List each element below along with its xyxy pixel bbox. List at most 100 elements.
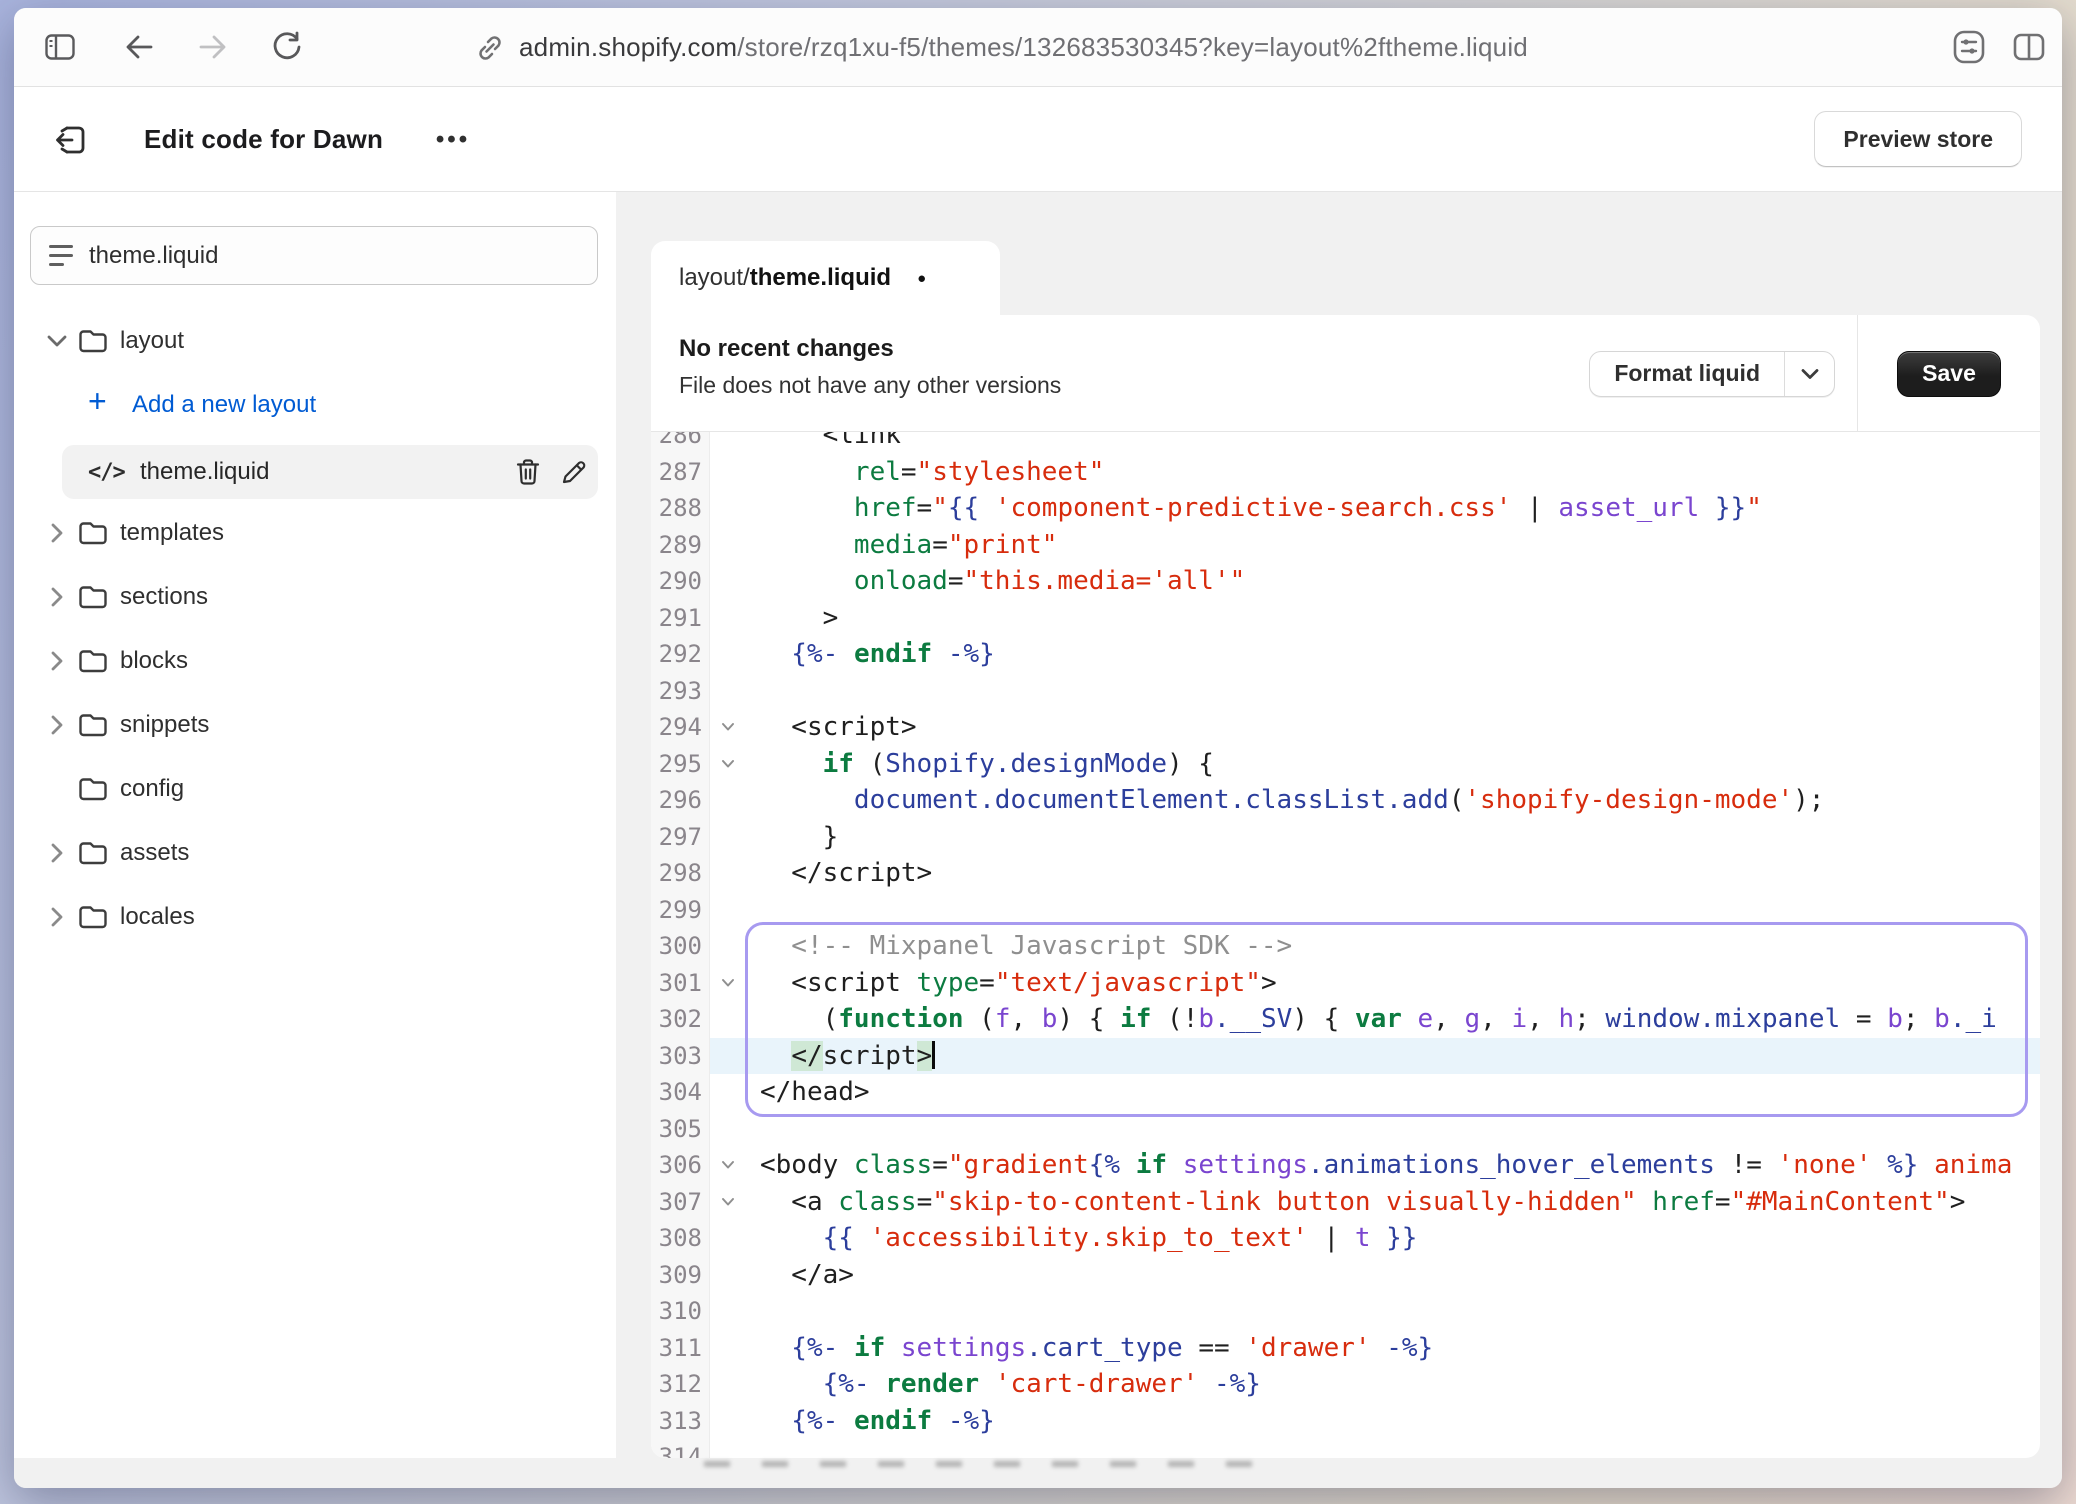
code-text[interactable]: onload="this.media='all'" <box>745 563 2040 600</box>
tree-item-add-layout[interactable]: +Add a new layout <box>14 381 616 429</box>
code-line: 312 {%- render 'cart-drawer' -%} <box>651 1366 2040 1403</box>
code-text[interactable]: <script> <box>745 709 2040 746</box>
app-header: Edit code for Dawn ••• Preview store <box>14 87 2062 192</box>
code-file-icon: </> <box>88 460 125 485</box>
code-line: 290 onload="this.media='all'" <box>651 563 2040 600</box>
tree-item-assets[interactable]: assets <box>14 829 616 877</box>
chevron-right-icon[interactable] <box>44 842 70 864</box>
fold-spacer <box>710 819 745 856</box>
code-text[interactable]: <!-- Mixpanel Javascript SDK --> <box>745 928 2040 965</box>
code-text[interactable]: </a> <box>745 1257 2040 1294</box>
code-text[interactable] <box>745 1439 2040 1458</box>
code-text[interactable]: href="{{ 'component-predictive-search.cs… <box>745 490 2040 527</box>
chevron-right-icon[interactable] <box>44 714 70 736</box>
code-line: 314 <box>651 1439 2040 1458</box>
code-text[interactable]: {%- if settings.cart_type == 'drawer' -%… <box>745 1330 2040 1367</box>
code-line: 294 <script> <box>651 709 2040 746</box>
file-search-input[interactable] <box>89 242 559 270</box>
code-text[interactable]: rel="stylesheet" <box>745 454 2040 491</box>
fold-toggle-icon[interactable] <box>710 709 745 746</box>
editor-toolbar: No recent changes File does not have any… <box>651 315 2040 432</box>
code-line: 298 </script> <box>651 855 2040 892</box>
code-text[interactable]: media="print" <box>745 527 2040 564</box>
more-actions-button[interactable]: ••• <box>426 123 480 157</box>
sidebar-toggle-icon[interactable] <box>43 30 77 64</box>
save-button[interactable]: Save <box>1897 351 2001 397</box>
format-dropdown-toggle[interactable] <box>1784 352 1834 396</box>
folder-icon <box>78 776 108 802</box>
line-number: 303 <box>651 1038 710 1075</box>
line-number: 294 <box>651 709 710 746</box>
code-line: 303 </script> <box>651 1038 2040 1075</box>
code-text[interactable]: {%- render 'cart-drawer' -%} <box>745 1366 2040 1403</box>
tree-item-layout[interactable]: layout <box>14 317 616 365</box>
chevron-down-icon[interactable] <box>44 334 70 348</box>
code-text[interactable]: </script> <box>745 1038 2040 1075</box>
code-text[interactable]: {%- endif -%} <box>745 1403 2040 1440</box>
tree-item-locales[interactable]: locales <box>14 893 616 941</box>
code-text[interactable]: document.documentElement.classList.add('… <box>745 782 2040 819</box>
code-editor[interactable]: 286 <link287 rel="stylesheet"288 href="{… <box>651 432 2040 1458</box>
tree-item-config[interactable]: config <box>14 765 616 813</box>
status-title: No recent changes <box>679 335 1061 363</box>
code-line: 295 if (Shopify.designMode) { <box>651 746 2040 783</box>
line-number: 304 <box>651 1074 710 1111</box>
code-text[interactable]: > <box>745 600 2040 637</box>
code-text[interactable]: if (Shopify.designMode) { <box>745 746 2040 783</box>
code-text[interactable]: } <box>745 819 2040 856</box>
code-text[interactable]: <script type="text/javascript"> <box>745 965 2040 1002</box>
line-number: 305 <box>651 1111 710 1148</box>
fold-toggle-icon[interactable] <box>710 746 745 783</box>
folder-icon <box>78 840 108 866</box>
code-text[interactable] <box>745 892 2040 929</box>
forward-icon[interactable] <box>196 30 230 64</box>
format-liquid-label[interactable]: Format liquid <box>1590 352 1784 396</box>
tree-item-sections[interactable]: sections <box>14 573 616 621</box>
reload-icon[interactable] <box>270 30 304 64</box>
rename-file-icon[interactable] <box>558 456 590 488</box>
fold-toggle-icon[interactable] <box>710 1147 745 1184</box>
fold-spacer <box>710 855 745 892</box>
code-text[interactable]: <link <box>745 432 2040 454</box>
code-text[interactable] <box>745 1293 2040 1330</box>
tree-item-blocks[interactable]: blocks <box>14 637 616 685</box>
code-text[interactable]: (function (f, b) { if (!b.__SV) { var e,… <box>745 1001 2040 1038</box>
back-icon[interactable] <box>122 30 156 64</box>
code-text[interactable]: {{ 'accessibility.skip_to_text' | t }} <box>745 1220 2040 1257</box>
fold-spacer <box>710 1038 745 1075</box>
code-text[interactable]: <body class="gradient{% if settings.anim… <box>745 1147 2040 1184</box>
chevron-right-icon[interactable] <box>44 522 70 544</box>
chevron-right-icon[interactable] <box>44 650 70 672</box>
exit-code-editor-icon[interactable] <box>52 121 90 159</box>
code-line: 288 href="{{ 'component-predictive-searc… <box>651 490 2040 527</box>
selected-file-row[interactable]: </>theme.liquid <box>62 445 598 499</box>
format-liquid-button[interactable]: Format liquid <box>1589 351 1835 397</box>
split-view-icon[interactable] <box>2012 30 2046 64</box>
tree-item-theme-liquid[interactable]: </>theme.liquid <box>14 445 616 499</box>
code-text[interactable] <box>745 1111 2040 1148</box>
code-text[interactable]: </head> <box>745 1074 2040 1111</box>
fold-toggle-icon[interactable] <box>710 1184 745 1221</box>
address-bar[interactable]: admin.shopify.com/store/rzq1xu-f5/themes… <box>475 8 1528 87</box>
code-text[interactable]: </script> <box>745 855 2040 892</box>
preview-store-button[interactable]: Preview store <box>1814 111 2022 167</box>
tree-item-snippets[interactable]: snippets <box>14 701 616 749</box>
extensions-icon[interactable] <box>1952 30 1986 64</box>
code-text[interactable]: {%- endif -%} <box>745 636 2040 673</box>
code-line: 289 media="print" <box>651 527 2040 564</box>
fold-spacer <box>710 1293 745 1330</box>
chevron-right-icon[interactable] <box>44 586 70 608</box>
code-lines[interactable]: 286 <link287 rel="stylesheet"288 href="{… <box>651 432 2040 1458</box>
code-text[interactable] <box>745 673 2040 710</box>
delete-file-icon[interactable] <box>512 456 544 488</box>
file-search-box[interactable] <box>30 226 598 285</box>
fold-spacer <box>710 673 745 710</box>
fold-spacer <box>710 1403 745 1440</box>
code-line: 308 {{ 'accessibility.skip_to_text' | t … <box>651 1220 2040 1257</box>
fold-toggle-icon[interactable] <box>710 965 745 1002</box>
chevron-right-icon[interactable] <box>44 906 70 928</box>
tree-item-templates[interactable]: templates <box>14 509 616 557</box>
browser-window: admin.shopify.com/store/rzq1xu-f5/themes… <box>14 8 2062 1488</box>
tab-theme-liquid[interactable]: layout/theme.liquid ● <box>651 241 1000 315</box>
code-text[interactable]: <a class="skip-to-content-link button vi… <box>745 1184 2040 1221</box>
